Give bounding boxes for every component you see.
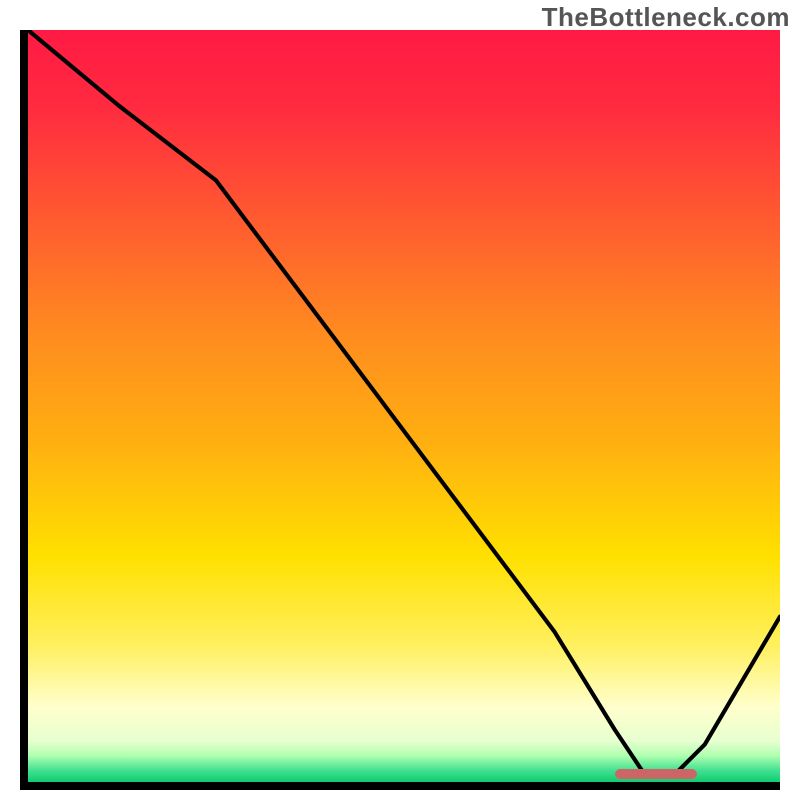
chart-stage: TheBottleneck.com [0, 0, 800, 800]
plot-frame [20, 30, 780, 790]
bottleneck-curve [28, 30, 780, 782]
plot-area [28, 30, 780, 782]
optimal-range-marker [615, 769, 698, 779]
watermark-text: TheBottleneck.com [542, 2, 790, 33]
